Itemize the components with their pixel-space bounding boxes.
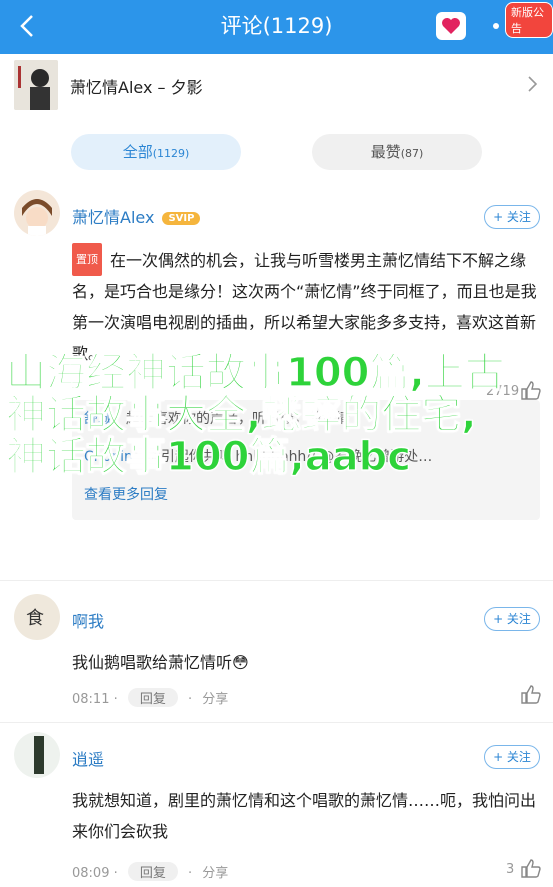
album-cover: [14, 60, 58, 110]
heart-app-button[interactable]: [436, 12, 466, 40]
announcement-badge[interactable]: 新版公告: [505, 2, 553, 38]
comment-author[interactable]: 逍遥: [72, 746, 104, 770]
comment-body: 我仙鹅唱歌给萧忆情听😳: [72, 653, 249, 672]
overlay-caption: 山海经神话故事100篇,上古神话故事大全,蟋蟀的住宅,神话故事100篇,aabc: [5, 350, 505, 480]
svg-text:食: 食: [26, 608, 44, 629]
comment-author[interactable]: 萧忆情Alex SVIP: [72, 204, 201, 228]
reply-button[interactable]: 回复: [127, 862, 178, 881]
comment-meta: 08:11 · 回复 · 分享: [72, 688, 228, 707]
follow-button[interactable]: + 关注: [484, 205, 540, 229]
album-cover-art: [14, 60, 58, 110]
comment-time: 08:11: [72, 692, 110, 707]
comment-time: 08:09: [72, 866, 110, 881]
thumbs-up-icon[interactable]: [520, 380, 542, 400]
song-row[interactable]: 萧忆情Alex – 夕影: [0, 54, 553, 121]
tab-all[interactable]: 全部(1129): [71, 134, 241, 170]
divider: [0, 580, 553, 581]
avatar-image: [14, 190, 60, 236]
tab-most-liked-label: 最赞: [370, 143, 401, 161]
like-count: 3: [506, 862, 515, 877]
tab-all-label: 全部: [122, 143, 153, 161]
page-title: 评论(1129): [220, 14, 333, 38]
follow-button[interactable]: + 关注: [484, 607, 540, 631]
comment-author[interactable]: 啊我: [72, 608, 104, 632]
thumbs-up-icon[interactable]: [520, 684, 542, 704]
song-title: 萧忆情Alex – 夕影: [70, 78, 203, 97]
vip-badge: SVIP: [162, 212, 201, 225]
chevron-right-icon: [528, 76, 538, 92]
avatar[interactable]: 食: [14, 594, 60, 640]
comment-author-name: 萧忆情Alex: [72, 208, 155, 227]
share-button[interactable]: 分享: [202, 866, 228, 881]
comment-meta: 08:09 · 回复 · 分享: [72, 862, 228, 881]
top-bar: 评论(1129) 新版公告: [0, 0, 553, 54]
comment-tabs: 全部(1129) 最赞(87): [0, 120, 553, 184]
comment-body: 在一次偶然的机会，让我与听雪楼男主萧忆情结下不解之缘名，是巧合也是缘分！这次两个…: [72, 251, 537, 363]
tab-most-liked[interactable]: 最赞(87): [312, 134, 482, 170]
heart-icon: [442, 18, 460, 34]
follow-button[interactable]: + 关注: [484, 745, 540, 769]
divider: [0, 722, 553, 723]
avatar[interactable]: [14, 190, 60, 236]
thumbs-up-icon[interactable]: [520, 858, 542, 878]
tab-all-count: (1129): [152, 147, 190, 160]
view-more-replies-link[interactable]: 查看更多回复: [84, 484, 168, 504]
pinned-tag: 置顶: [72, 243, 102, 276]
avatar[interactable]: [14, 732, 60, 778]
share-button[interactable]: 分享: [202, 692, 228, 707]
avatar-image: [14, 732, 60, 778]
reply-button[interactable]: 回复: [127, 688, 178, 707]
tab-most-liked-count: (87): [400, 147, 424, 160]
comment-body: 我就想知道，剧里的萧忆情和这个唱歌的萧忆情……呃，我怕问出来你们会砍我: [72, 791, 537, 841]
avatar-image: 食: [14, 594, 60, 640]
